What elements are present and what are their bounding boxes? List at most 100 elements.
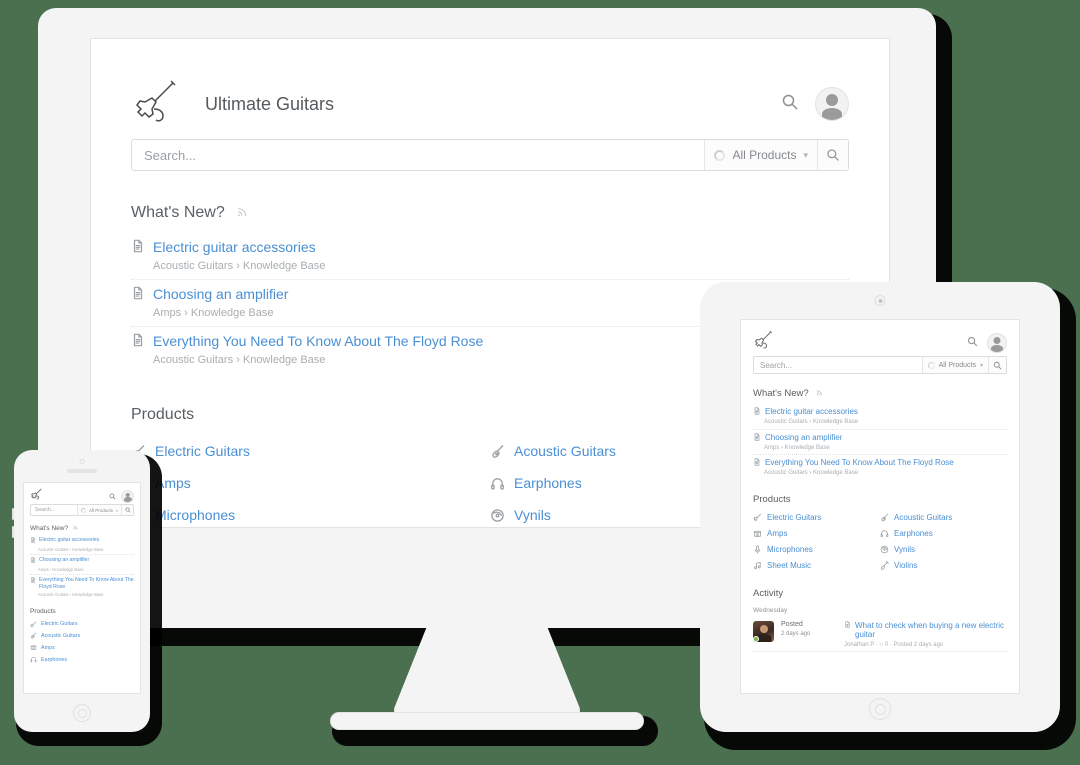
product-link-sheet-music[interactable]: Sheet Music	[753, 558, 880, 574]
whats-new-item[interactable]: Everything You Need To Know About The Fl…	[753, 455, 1007, 480]
volume-up-button[interactable]	[12, 508, 14, 520]
product-link-acoustic-guitars[interactable]: Acoustic Guitars	[30, 630, 134, 642]
product-label: Acoustic Guitars	[41, 632, 81, 639]
whats-new-item-link[interactable]: Choosing an amplifier	[30, 557, 134, 566]
whats-new-item-link[interactable]: Choosing an amplifier	[753, 433, 1007, 443]
product-label: Vynils	[894, 545, 916, 555]
whats-new-item-link[interactable]: Everything You Need To Know About The Fl…	[753, 458, 1007, 468]
product-label: Vynils	[514, 507, 551, 524]
chevron-down-icon: ▾	[803, 149, 808, 160]
tablet-header	[741, 320, 1019, 356]
search-icon[interactable]	[967, 334, 978, 352]
rss-feed-icon[interactable]	[237, 204, 248, 222]
phone-content: What's New? Electric guitar accessories A…	[24, 525, 140, 665]
product-link-electric-guitars[interactable]: Electric Guitars	[753, 510, 880, 526]
product-label: Amps	[41, 644, 55, 651]
product-link-amps[interactable]: Amps	[30, 642, 134, 654]
rss-feed-icon[interactable]	[73, 525, 78, 532]
speaker-grille-icon	[67, 469, 97, 473]
acoustic-guitar-icon	[880, 513, 889, 522]
electric-guitar-icon	[30, 621, 37, 628]
whats-new-item-link[interactable]: Electric guitar accessories	[30, 537, 134, 546]
product-link-earphones[interactable]: Earphones	[880, 526, 1007, 542]
amp-icon	[753, 529, 762, 538]
search-submit-button[interactable]	[817, 140, 848, 170]
whats-new-heading: What's New?	[753, 388, 1007, 399]
document-icon	[30, 557, 36, 566]
whats-new-item-breadcrumb: Acoustic Guitars › Knowledge Base	[764, 419, 859, 426]
vinyl-icon	[880, 545, 889, 554]
whats-new-item-breadcrumb: Acoustic Guitars › Knowledge Base	[38, 547, 104, 553]
whats-new-item-link[interactable]: Everything You Need To Know About The Fl…	[30, 577, 134, 591]
product-link-electric-guitars[interactable]: Electric Guitars	[30, 618, 134, 630]
product-circle-icon	[80, 507, 86, 513]
activity-time: 2 days ago	[781, 630, 811, 637]
brand-title: Ultimate Guitars	[205, 93, 335, 114]
search-submit-button[interactable]	[121, 505, 133, 515]
whats-new-item[interactable]: Choosing an amplifier Amps › Knowledge Ba…	[30, 555, 134, 576]
home-button-icon[interactable]	[869, 698, 891, 720]
search-submit-button[interactable]	[988, 357, 1006, 373]
whats-new-item-link[interactable]: Electric guitar accessories	[131, 239, 849, 256]
electric-guitar-logo-icon	[30, 487, 44, 506]
document-icon	[753, 407, 761, 417]
whats-new-item-breadcrumb: Acoustic Guitars › Knowledge Base	[38, 592, 104, 598]
search-input[interactable]	[31, 505, 77, 515]
activity-title-link[interactable]: What to check when buying a new electric…	[844, 621, 1007, 639]
search-input[interactable]	[754, 357, 922, 373]
rss-feed-icon[interactable]	[816, 388, 823, 399]
chevron-down-icon: ▾	[115, 507, 118, 513]
user-avatar[interactable]	[121, 489, 134, 503]
document-icon	[131, 333, 145, 350]
search-scope-dropdown[interactable]: All Products ▾	[704, 140, 817, 170]
whats-new-item-title: Electric guitar accessories	[153, 239, 316, 256]
chevron-down-icon: ▾	[979, 362, 983, 369]
whats-new-item-title: Everything You Need To Know About The Fl…	[39, 577, 134, 591]
activity-row[interactable]: Posted 2 days ago What to check when buyin…	[753, 618, 1007, 652]
home-button-icon[interactable]	[73, 704, 91, 722]
whats-new-item[interactable]: Electric guitar accessories Acoustic Guit…	[753, 404, 1007, 430]
product-link-acoustic-guitars[interactable]: Acoustic Guitars	[880, 510, 1007, 526]
user-avatar[interactable]	[815, 87, 849, 121]
volume-down-button[interactable]	[12, 526, 14, 538]
product-link-vynils[interactable]: Vynils	[880, 542, 1007, 558]
product-circle-icon	[927, 361, 935, 369]
search-scope-dropdown[interactable]: All Products ▾	[76, 505, 121, 515]
product-link-microphones[interactable]: Microphones	[753, 542, 880, 558]
product-label: Violins	[894, 561, 918, 571]
product-link-amps[interactable]: Amps	[131, 467, 490, 499]
product-label: Amps	[767, 529, 788, 539]
product-label: Earphones	[41, 656, 68, 663]
search-icon[interactable]	[109, 487, 116, 505]
whats-new-item-link[interactable]: Electric guitar accessories	[753, 407, 1007, 417]
whats-new-item[interactable]: Choosing an amplifier Amps › Knowledge Ba…	[753, 430, 1007, 456]
products-list: Electric Guitars Acoustic Guitars Amps Earp…	[30, 618, 134, 665]
amp-icon	[30, 644, 37, 651]
product-link-earphones[interactable]: Earphones	[30, 654, 134, 666]
whats-new-item[interactable]: Electric guitar accessories Acoustic Guit…	[131, 233, 849, 281]
document-icon	[753, 432, 761, 443]
whats-new-heading: What's New?	[30, 525, 134, 532]
user-avatar[interactable]	[987, 332, 1007, 353]
product-link-electric-guitars[interactable]: Electric Guitars	[131, 435, 490, 467]
search-scope-label: All Products	[88, 507, 113, 513]
whats-new-item-title: Electric guitar accessories	[39, 537, 100, 544]
activity-heading: Activity	[753, 587, 784, 599]
document-icon	[30, 577, 36, 586]
product-label: Acoustic Guitars	[514, 443, 616, 460]
search-input[interactable]	[132, 140, 705, 170]
search-icon[interactable]	[781, 93, 799, 116]
whats-new-item[interactable]: Electric guitar accessories Acoustic Guit…	[30, 535, 134, 556]
camera-icon	[874, 295, 886, 306]
search-scope-dropdown[interactable]: All Products ▾	[921, 357, 988, 373]
products-heading: Products	[753, 493, 791, 505]
whats-new-item[interactable]: Everything You Need To Know About The Fl…	[30, 575, 134, 599]
tablet-screen: All Products ▾ What's New? Electric g	[740, 319, 1020, 694]
product-link-microphones[interactable]: Microphones	[131, 499, 490, 527]
product-link-amps[interactable]: Amps	[753, 526, 880, 542]
whats-new-item-title: Choosing an amplifier	[39, 557, 90, 564]
product-link-violins[interactable]: Violins	[880, 558, 1007, 574]
vinyl-icon	[490, 508, 505, 523]
monitor-base	[330, 712, 644, 730]
whats-new-item-breadcrumb: Amps › Knowledge Base	[38, 567, 84, 573]
